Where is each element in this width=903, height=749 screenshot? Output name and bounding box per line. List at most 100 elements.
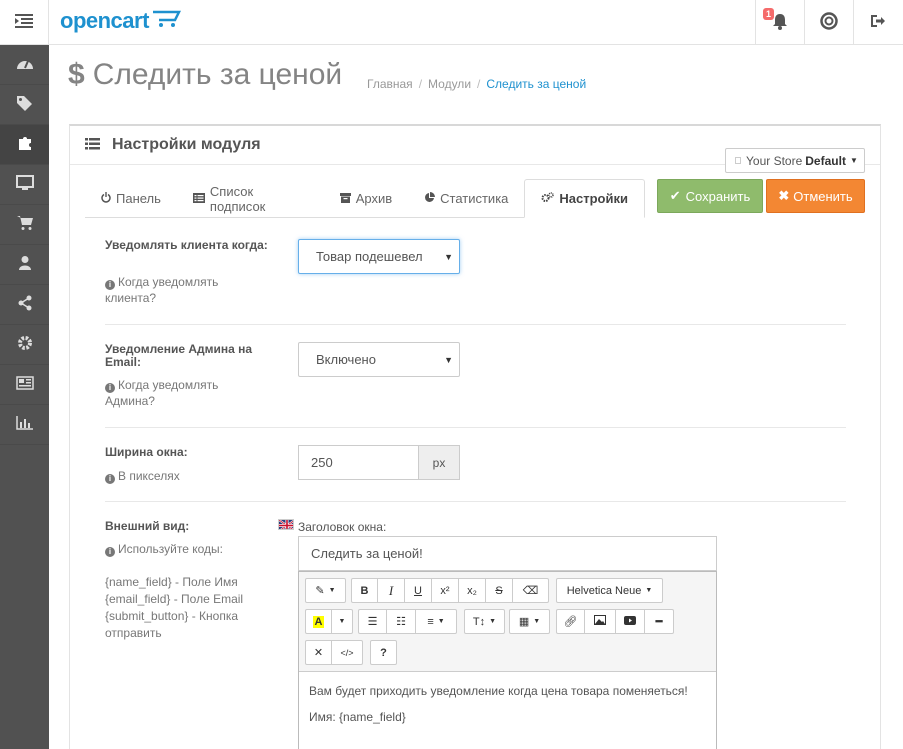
store-value: Default [805, 153, 846, 168]
support-button[interactable] [804, 0, 853, 45]
help-icon: ? [380, 646, 387, 659]
divider [105, 324, 846, 325]
italic-button[interactable]: I [378, 578, 405, 603]
store-selector[interactable]: Your Store Default ▼ [725, 148, 865, 173]
underline-button[interactable]: U [405, 578, 432, 603]
tab-panel[interactable]: Панель [85, 179, 177, 218]
tab-subscriptions[interactable]: Список подписок [177, 179, 324, 218]
breadcrumb: Главная / Модули / Следить за ценой [367, 77, 586, 91]
cancel-button[interactable]: ✖ Отменить [766, 179, 865, 213]
tab-archive[interactable]: Архив [324, 179, 408, 218]
table-button[interactable]: ▦ ▼ [509, 609, 550, 634]
sidebar-item-marketing[interactable] [0, 285, 49, 325]
superscript-button[interactable]: x² [432, 578, 459, 603]
paragraph-align-button[interactable]: ≡ ▼ [416, 609, 457, 634]
line-height-icon: T↕ [472, 615, 486, 628]
magic-style-button[interactable]: ✎ ▼ [305, 578, 346, 603]
subscript-button[interactable]: x₂ [459, 578, 486, 603]
text-color-button[interactable]: A [305, 609, 332, 634]
fullscreen-button[interactable]: ✕ [305, 640, 332, 665]
newspaper-icon [15, 376, 34, 393]
notify-client-label: Уведомлять клиента когда: [105, 238, 268, 252]
sidebar-item-design[interactable] [0, 165, 49, 205]
align-left-icon: ≡ [427, 615, 434, 628]
sidebar-item-system[interactable] [0, 325, 49, 365]
magic-icon: ✎ [315, 585, 325, 597]
gear-icon [17, 335, 33, 354]
underline-icon: U [414, 584, 422, 597]
notify-client-help: i Когда уведомлять клиента? [105, 274, 255, 306]
notify-client-select[interactable]: Товар подешевел ▼ [298, 239, 460, 274]
admin-email-select[interactable]: Включено ▼ [298, 342, 460, 377]
window-width-input[interactable]: 250 [298, 445, 418, 480]
code-view-button[interactable]: </> [332, 640, 363, 665]
cogs-icon [541, 191, 555, 206]
tab-settings[interactable]: Настройки [524, 179, 645, 218]
numbered-list-icon: ☷ [396, 616, 406, 628]
notifications-button[interactable]: 1 [755, 0, 804, 45]
strikethrough-button[interactable]: S [486, 578, 513, 603]
video-icon [624, 615, 636, 628]
opencart-logo[interactable]: opencart [60, 8, 181, 34]
text-color-dropdown[interactable]: ▼ [332, 609, 353, 634]
breadcrumb-separator: / [418, 77, 423, 91]
panel-title: Настройки модуля [112, 136, 261, 153]
breadcrumb-separator: / [477, 77, 481, 91]
list-alt-icon [192, 191, 205, 206]
eraser-icon: ⌫ [522, 585, 539, 597]
sidebar [0, 45, 49, 749]
code-icon: </> [340, 647, 354, 658]
sidebar-item-sales[interactable] [0, 205, 49, 245]
pie-chart-icon [424, 191, 436, 206]
horizontal-rule-button[interactable]: ━ [645, 609, 674, 634]
chevron-down-icon: ▼ [645, 587, 653, 594]
image-icon [594, 615, 606, 628]
window-title-input[interactable]: Следить за ценой! [298, 536, 717, 571]
user-icon [18, 255, 32, 274]
window-title-label: Заголовок окна: [298, 520, 387, 534]
sidebar-item-reports[interactable] [0, 365, 49, 405]
tab-statistics[interactable]: Статистика [408, 179, 524, 218]
breadcrumb-current[interactable]: Следить за ценой [486, 77, 586, 91]
font-family-dropdown[interactable]: Helvetica Neue ▼ [556, 578, 663, 603]
sidebar-item-extensions[interactable] [0, 125, 49, 165]
code-name-field: {name_field} - Поле Имя [105, 575, 238, 589]
info-icon: i [105, 547, 115, 557]
store-label: Your Store [746, 153, 803, 168]
logo-text: opencart [60, 8, 149, 33]
sidebar-item-catalog[interactable] [0, 85, 49, 125]
link-button[interactable]: 🔗︎ [556, 609, 585, 634]
bullet-list-button[interactable]: ☰ [358, 609, 387, 634]
breadcrumb-modules[interactable]: Модули [428, 77, 471, 91]
notify-client-value: Товар подешевел [316, 249, 423, 264]
numbered-list-button[interactable]: ☷ [387, 609, 416, 634]
save-button[interactable]: ✔ Сохранить [657, 179, 763, 213]
video-button[interactable] [616, 609, 645, 634]
editor-paragraph: Вам будет приходить уведомление когда це… [309, 684, 688, 698]
window-width-label: Ширина окна: [105, 445, 188, 459]
fullscreen-icon: ✕ [313, 647, 324, 659]
breadcrumb-home[interactable]: Главная [367, 77, 413, 91]
text-color-icon: A [312, 615, 325, 628]
info-icon: i [105, 383, 115, 393]
logo-cart-icon [151, 8, 181, 34]
sidebar-item-customers[interactable] [0, 245, 49, 285]
help-button[interactable]: ? [370, 640, 397, 665]
font-family-value: Helvetica Neue [566, 584, 642, 597]
sidebar-item-dashboard[interactable] [0, 45, 49, 85]
clear-format-button[interactable]: ⌫ [513, 578, 549, 603]
logout-icon [870, 14, 886, 31]
power-icon [101, 191, 111, 206]
tabs: Панель Список подписок Архив Статистика … [85, 179, 645, 218]
editor-content[interactable]: Вам будет приходить уведомление когда це… [299, 672, 716, 744]
line-height-button[interactable]: T↕ ▼ [464, 609, 505, 634]
admin-email-value: Включено [316, 352, 376, 367]
menu-toggle-button[interactable] [0, 0, 49, 45]
page-title: $ Следить за ценой [68, 58, 342, 92]
logout-button[interactable] [853, 0, 902, 45]
sidebar-item-statistics[interactable] [0, 405, 49, 445]
code-email-field: {email_field} - Поле Email [105, 592, 244, 606]
code-submit-button: {submit_button} - Кнопка отправить [105, 609, 239, 640]
image-button[interactable] [585, 609, 616, 634]
bold-button[interactable]: B [351, 578, 378, 603]
